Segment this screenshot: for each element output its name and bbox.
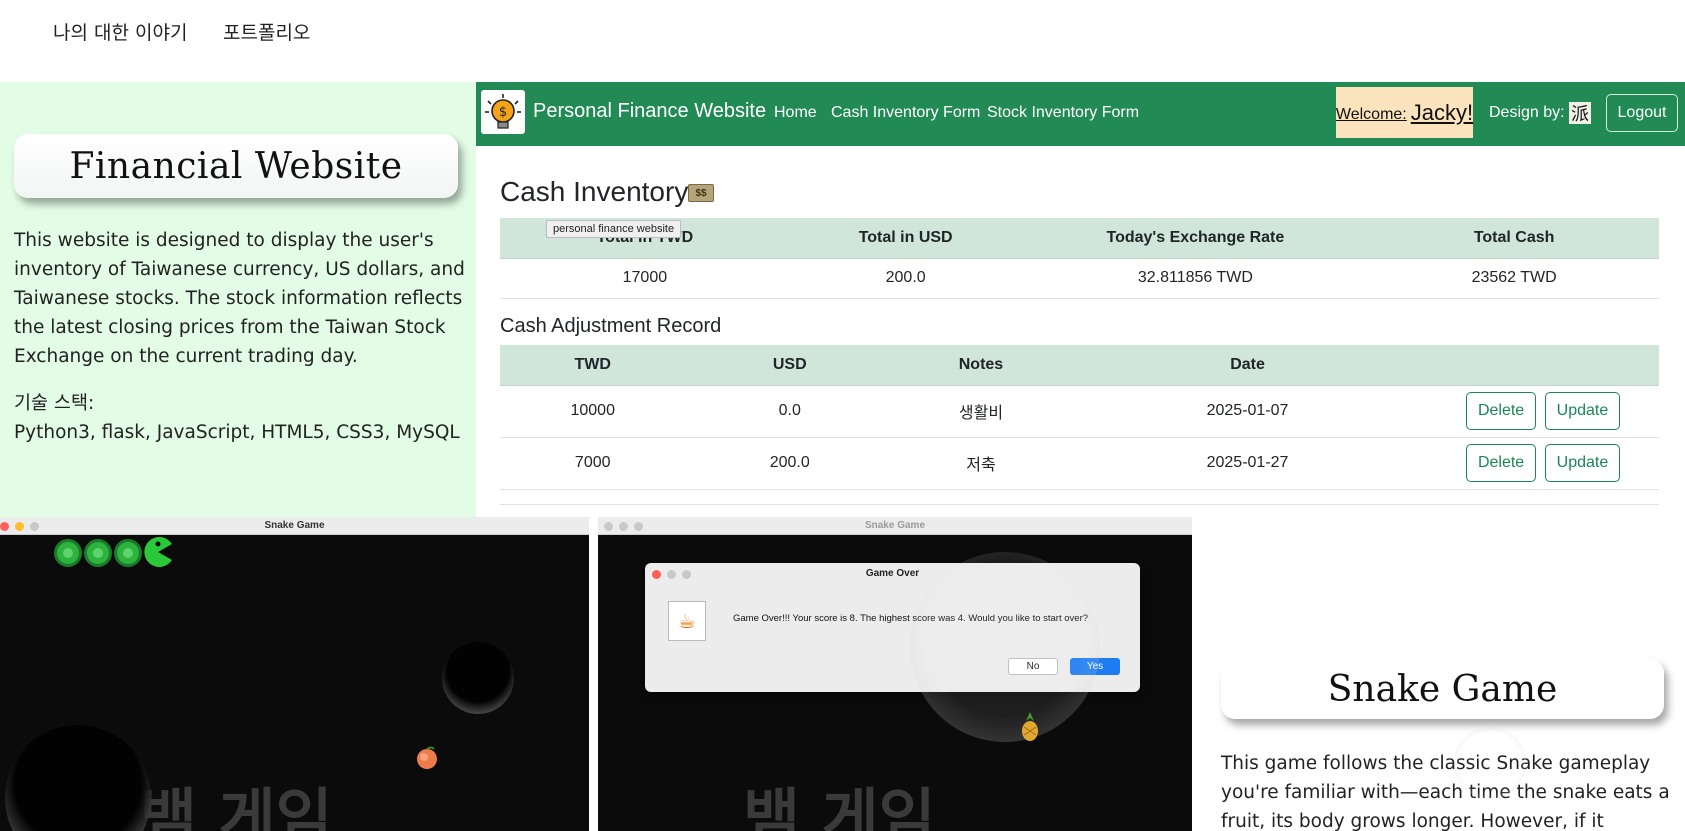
bubble-effect (5, 725, 151, 831)
logout-button[interactable]: Logout (1606, 94, 1678, 132)
window-titlebar: Snake Game (598, 517, 1192, 535)
snake-game-title: Snake Game (1327, 668, 1558, 710)
nav-link-portfolio[interactable]: 포트폴리오 (223, 18, 310, 45)
cash-adjustment-heading: Cash Adjustment Record (500, 315, 722, 337)
welcome-badge: Welcome: Jacky! (1336, 87, 1473, 138)
tech-stack: Python3, flask, JavaScript, HTML5, CSS3,… (14, 422, 460, 443)
site-nav-stock-form[interactable]: Stock Inventory Form (987, 104, 1139, 122)
project-title-card: Financial Website (14, 134, 458, 198)
money-icon: $$ (688, 184, 714, 202)
svg-text:$: $ (499, 105, 507, 120)
welcome-name: Jacky! (1410, 100, 1474, 125)
window-title: Snake Game (264, 520, 325, 531)
close-icon[interactable] (604, 522, 613, 531)
update-button[interactable]: Update (1544, 444, 1621, 482)
window-title: Snake Game (864, 520, 926, 531)
divider (500, 504, 1659, 505)
project-description: This website is designed to display the … (14, 230, 465, 367)
bubble-effect (442, 642, 514, 714)
row-actions: Delete Update (1427, 385, 1659, 438)
game-background-text: 뱀 게임 (743, 781, 936, 831)
col-header (1427, 345, 1659, 386)
project-title: Financial Website (69, 145, 403, 187)
table-cell: 17000 (500, 258, 790, 299)
peach-fruit-icon (417, 746, 437, 769)
delete-button[interactable]: Delete (1465, 392, 1537, 430)
nav-link-about[interactable]: 나의 대한 이야기 (53, 18, 187, 45)
snake-head-icon (144, 537, 172, 567)
bubble-effect (910, 552, 1100, 742)
table-row: 17000 200.0 32.811856 TWD 23562 TWD (500, 258, 1659, 299)
table-header-row: TWD USD Notes Date (500, 345, 1659, 386)
game-background-text: 뱀 게임 (140, 781, 333, 831)
delete-button[interactable]: Delete (1465, 444, 1537, 482)
col-header: Total in USD (789, 218, 1022, 259)
table-cell: 200.0 (685, 437, 895, 490)
snake-segment (54, 539, 82, 567)
snake-segment (114, 539, 142, 567)
table-cell: 2025-01-07 (1067, 385, 1428, 438)
table-cell: 200.0 (789, 258, 1022, 299)
row-actions: Delete Update (1427, 437, 1659, 490)
col-header: USD (685, 345, 895, 386)
top-nav: 나의 대한 이야기 포트폴리오 (0, 0, 1685, 82)
table-row: 10000 0.0 생활비 2025-01-07 Delete Update (500, 385, 1659, 438)
table-cell: 저축 (894, 437, 1068, 490)
site-nav-cash-form[interactable]: Cash Inventory Form (831, 104, 980, 122)
snake-game-window-left: Snake Game 뱀 게임 (0, 517, 589, 831)
tooltip: personal finance website (546, 220, 682, 238)
site-nav-home[interactable]: Home (774, 104, 817, 122)
site-navbar: $ Personal Finance Website Home Cash Inv… (476, 82, 1685, 146)
table-row: 7000 200.0 저축 2025-01-27 Delete Update (500, 437, 1659, 490)
lightbulb-logo-icon[interactable]: $ (481, 90, 525, 134)
minimize-icon[interactable] (15, 522, 24, 531)
col-header: Total Cash (1369, 218, 1659, 259)
java-icon: ☕ (668, 601, 706, 641)
table-cell: 2025-01-27 (1067, 437, 1428, 490)
welcome-prefix: Welcome: (1335, 106, 1407, 123)
snake-segment (84, 539, 112, 567)
pineapple-fruit-icon (1022, 712, 1038, 741)
table-cell: 23562 TWD (1369, 258, 1659, 299)
table-cell: 0.0 (685, 385, 895, 438)
finance-website-preview: $ Personal Finance Website Home Cash Inv… (476, 82, 1685, 518)
design-by-label: Design by: (1489, 104, 1565, 121)
table-cell: 7000 (500, 437, 686, 490)
table-cell: 32.811856 TWD (1021, 258, 1370, 299)
designer-seal-icon: 派 (1569, 102, 1591, 125)
update-button[interactable]: Update (1544, 392, 1621, 430)
zoom-icon[interactable] (634, 522, 643, 531)
col-header: Today's Exchange Rate (1021, 218, 1370, 259)
zoom-icon[interactable] (30, 522, 39, 531)
close-icon[interactable] (0, 522, 9, 531)
col-header: Notes (894, 345, 1068, 386)
cash-inventory-heading: Cash Inventory (500, 176, 689, 207)
bubble-effect (1454, 727, 1526, 799)
table-cell: 10000 (500, 385, 686, 438)
site-brand[interactable]: Personal Finance Website (533, 100, 766, 123)
snake-game-description: This game follows the classic Snake game… (1221, 753, 1670, 831)
project-description-panel: Financial Website This website is design… (0, 82, 476, 518)
tech-stack-label: 기술 스택: (14, 393, 95, 414)
window-titlebar: Snake Game (0, 517, 589, 535)
minimize-icon[interactable] (619, 522, 628, 531)
snake-game-title-card: Snake Game (1221, 659, 1664, 719)
col-header: Date (1067, 345, 1428, 386)
col-header: TWD (500, 345, 686, 386)
table-cell: 생활비 (894, 385, 1068, 438)
cash-adjustment-table: TWD USD Notes Date 10000 0.0 생활비 2025-01… (500, 345, 1659, 490)
